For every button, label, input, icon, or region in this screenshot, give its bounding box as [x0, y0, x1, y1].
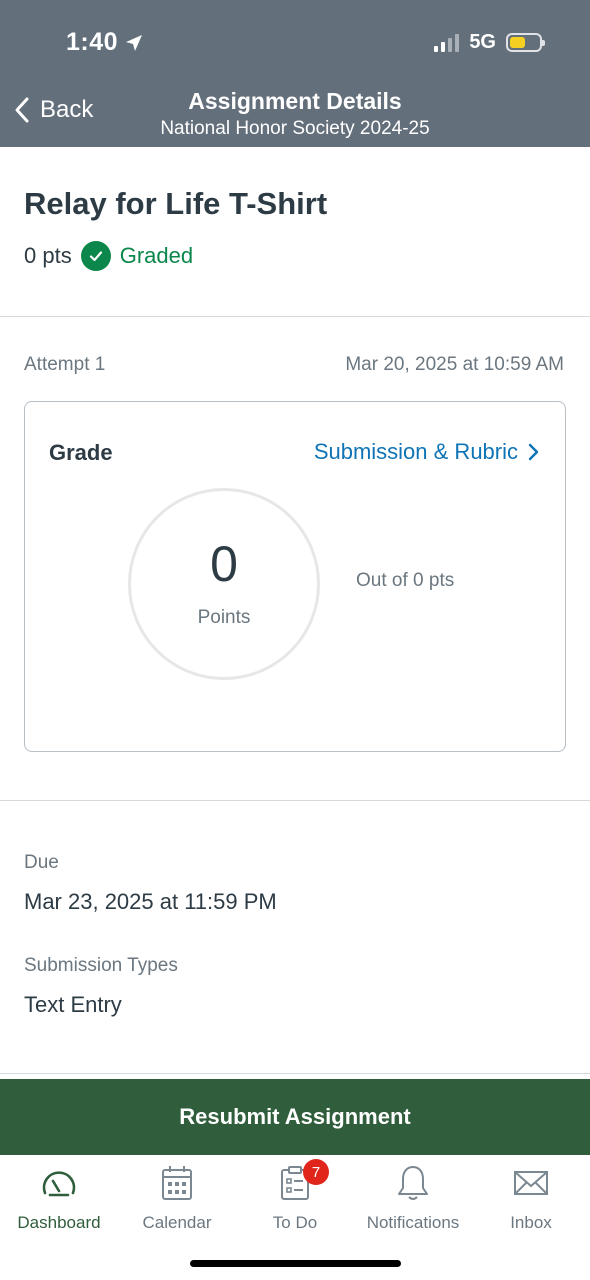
due-value: Mar 23, 2025 at 11:59 PM: [24, 889, 277, 914]
home-indicator[interactable]: [190, 1260, 401, 1267]
location-arrow-icon: [126, 34, 143, 51]
grade-heading: Grade: [49, 440, 113, 465]
page-title: Assignment Details: [188, 88, 402, 114]
attempt-date: Mar 20, 2025 at 10:59 AM: [345, 354, 564, 375]
network-type: 5G: [469, 31, 496, 53]
tab-label: To Do: [272, 1213, 318, 1232]
checkmark-icon: [80, 241, 111, 271]
dashboard-icon: [42, 1171, 76, 1197]
score-circle: 0 Points: [128, 488, 320, 680]
submission-types-value: Text Entry: [24, 992, 122, 1017]
resubmit-assignment-button[interactable]: Resubmit Assignment: [0, 1079, 590, 1155]
nav-header: 1:40 5G Back Assignment Details National…: [0, 0, 590, 147]
grade-card: Grade Submission & Rubric 0 Points Out o…: [24, 401, 566, 752]
due-label: Due: [24, 852, 59, 873]
tab-todo[interactable]: 7 To Do: [236, 1159, 354, 1233]
signal-icon: [434, 33, 460, 52]
battery-icon: [506, 33, 545, 52]
submission-types-label: Submission Types: [24, 955, 178, 976]
tab-calendar[interactable]: Calendar: [118, 1163, 236, 1233]
course-name: National Honor Society 2024-25: [160, 118, 430, 139]
assignment-title: Relay for Life T-Shirt: [24, 186, 328, 221]
out-of-points: Out of 0 pts: [356, 570, 455, 591]
status-time-text: 1:40: [66, 28, 119, 56]
attempt-label[interactable]: Attempt 1: [24, 354, 105, 376]
tab-label: Notifications: [366, 1213, 460, 1232]
graded-status: Graded: [119, 243, 194, 268]
tab-dashboard[interactable]: Dashboard: [0, 1163, 118, 1233]
envelope-icon: [514, 1171, 548, 1195]
chevron-right-icon: [528, 443, 539, 461]
tab-inbox[interactable]: Inbox: [472, 1163, 590, 1233]
divider: [0, 800, 590, 801]
status-time: 1:40: [66, 28, 144, 57]
assignment-status-row: 0 pts Graded: [24, 241, 193, 271]
tab-label: Calendar: [142, 1213, 212, 1232]
tab-label: Dashboard: [17, 1213, 101, 1232]
tab-label: Inbox: [510, 1213, 552, 1232]
status-indicators: 5G: [434, 31, 545, 54]
divider: [0, 1073, 590, 1074]
score-value: 0: [210, 536, 238, 592]
todo-count-badge: 7: [303, 1159, 329, 1185]
assignment-points: 0 pts: [24, 243, 72, 268]
header-titles: Assignment Details National Honor Societ…: [0, 88, 590, 140]
score-label: Points: [197, 607, 251, 628]
submission-rubric-label: Submission & Rubric: [313, 439, 518, 464]
bell-icon: [398, 1166, 428, 1200]
divider: [0, 316, 590, 317]
tab-notifications[interactable]: Notifications: [354, 1163, 472, 1233]
calendar-icon: [162, 1166, 192, 1200]
submission-rubric-link[interactable]: Submission & Rubric: [314, 439, 539, 465]
